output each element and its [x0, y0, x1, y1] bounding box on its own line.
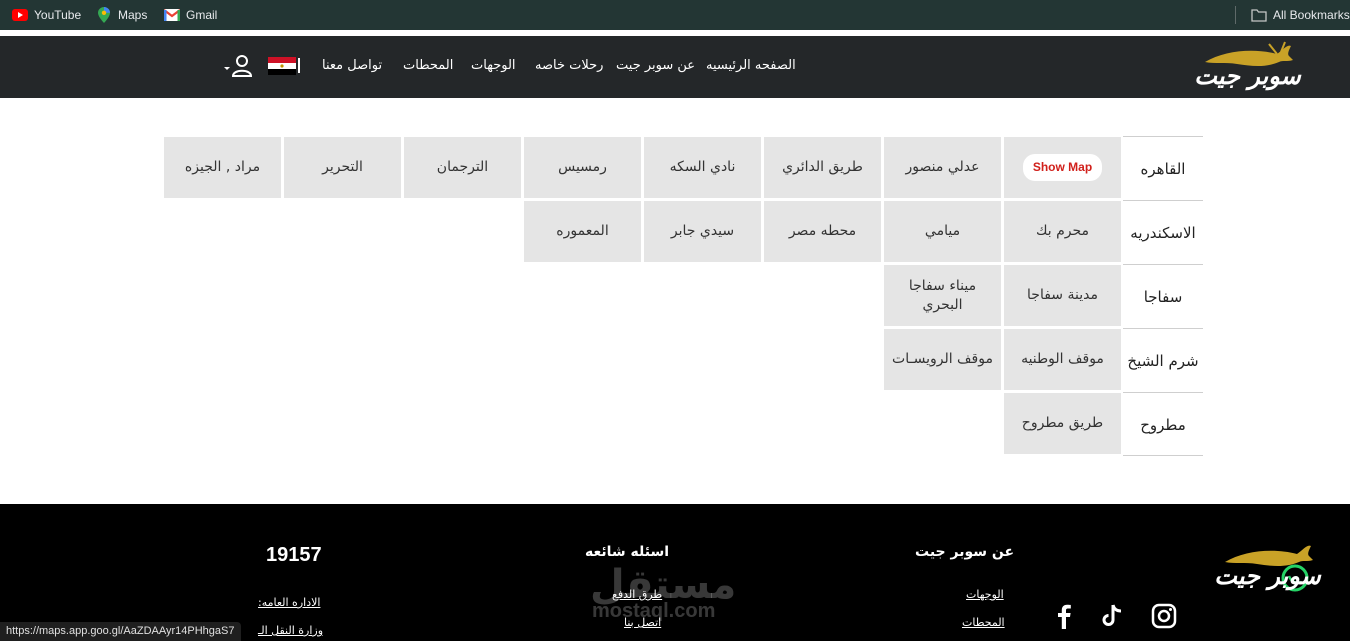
user-account-icon[interactable]: [222, 54, 256, 78]
station-cell[interactable]: طريق مطروح: [1004, 393, 1121, 454]
nav-special-trips[interactable]: رحلات خاصه: [535, 58, 603, 73]
hotline-number[interactable]: 19157: [266, 544, 322, 567]
tiktok-icon[interactable]: [1098, 602, 1128, 632]
nav-about[interactable]: عن سوبر جيت: [616, 58, 695, 73]
egypt-flag-icon[interactable]: [268, 57, 296, 75]
station-cell[interactable]: التحرير: [284, 137, 401, 198]
bookmarks-divider: [1235, 6, 1236, 24]
city-matrouh: مطروح: [1123, 392, 1203, 456]
station-cell[interactable]: نادي السكه: [644, 137, 761, 198]
footer-faq-title: اسئله شائعه: [585, 544, 670, 560]
station-cell[interactable]: موقف الوطنيه: [1004, 329, 1121, 390]
show-map-cell: Show Map: [1004, 137, 1121, 198]
mostaql-watermark-domain: mostaql.com: [592, 600, 716, 622]
folder-icon: [1251, 7, 1267, 23]
logo-text: سوبر جيت: [1194, 62, 1301, 90]
footer-link-stations[interactable]: المحطات: [962, 616, 1005, 629]
nav-contact[interactable]: تواصل معنا: [322, 58, 382, 73]
footer-about-title: عن سوبر جيت: [915, 544, 1015, 560]
footer-link-admin[interactable]: الاداره العامه:: [258, 596, 320, 609]
site-footer: سوبر جيت عن سوبر جيت الوجهات المحطات اسئ…: [0, 504, 1350, 641]
bookmark-label: YouTube: [34, 8, 82, 22]
station-cell[interactable]: محطه مصر: [764, 201, 881, 262]
footer-logo[interactable]: سوبر جيت: [1185, 538, 1350, 598]
nav-destinations[interactable]: الوجهات: [471, 58, 516, 73]
station-cell[interactable]: طريق الدائري: [764, 137, 881, 198]
city-cairo: القاهره: [1123, 136, 1203, 200]
footer-link-ministry[interactable]: وزارة النقل الـ: [258, 624, 323, 637]
nav-stations[interactable]: المحطات: [403, 58, 453, 73]
station-cell[interactable]: محرم بك: [1004, 201, 1121, 262]
nav-divider: [298, 58, 300, 73]
station-cell[interactable]: عدلي منصور: [884, 137, 1001, 198]
bookmark-youtube[interactable]: YouTube: [12, 7, 81, 23]
station-cell[interactable]: المعموره: [524, 201, 641, 262]
site-logo[interactable]: سوبر جيت: [1165, 40, 1330, 94]
footer-link-destinations[interactable]: الوجهات: [966, 588, 1004, 601]
city-sharm-el-sheikh: شرم الشيخ: [1123, 328, 1203, 392]
instagram-icon[interactable]: [1150, 602, 1180, 632]
youtube-icon: [12, 7, 28, 23]
bookmark-gmail[interactable]: Gmail: [164, 7, 217, 23]
bookmark-label: Maps: [118, 8, 148, 22]
bookmark-label: Gmail: [186, 8, 218, 22]
bookmarks-bar: YouTube Maps Gmail All Bookmarks: [0, 0, 1350, 30]
all-bookmarks[interactable]: All Bookmarks: [1251, 7, 1350, 23]
station-cell[interactable]: ميناء سفاجا البحري: [884, 265, 1001, 326]
station-cell[interactable]: سيدي جابر: [644, 201, 761, 262]
gmail-icon: [164, 7, 180, 23]
station-cell[interactable]: رمسيس: [524, 137, 641, 198]
city-safaga: سفاجا: [1123, 264, 1203, 328]
nav-home[interactable]: الصفحه الرئيسيه: [706, 58, 796, 73]
all-bookmarks-label: All Bookmarks: [1273, 8, 1350, 22]
city-alexandria: الاسكندريه: [1123, 200, 1203, 264]
bookmark-maps[interactable]: Maps: [96, 7, 147, 23]
maps-pin-icon: [96, 7, 112, 23]
station-cell[interactable]: الترجمان: [404, 137, 521, 198]
status-bar-url: https://maps.app.goo.gl/AaZDAAyr14PHhgaS…: [0, 622, 241, 641]
station-cell[interactable]: موقف الرويسـات: [884, 329, 1001, 390]
station-cell[interactable]: مدينة سفاجا: [1004, 265, 1121, 326]
table-divider: [1123, 455, 1203, 456]
station-cell[interactable]: ميامي: [884, 201, 1001, 262]
facebook-icon[interactable]: [1050, 602, 1080, 632]
station-cell[interactable]: مراد , الجيزه: [164, 137, 281, 198]
show-map-button[interactable]: Show Map: [1022, 154, 1103, 181]
footer-logo-text: سوبر جيت: [1214, 562, 1321, 590]
